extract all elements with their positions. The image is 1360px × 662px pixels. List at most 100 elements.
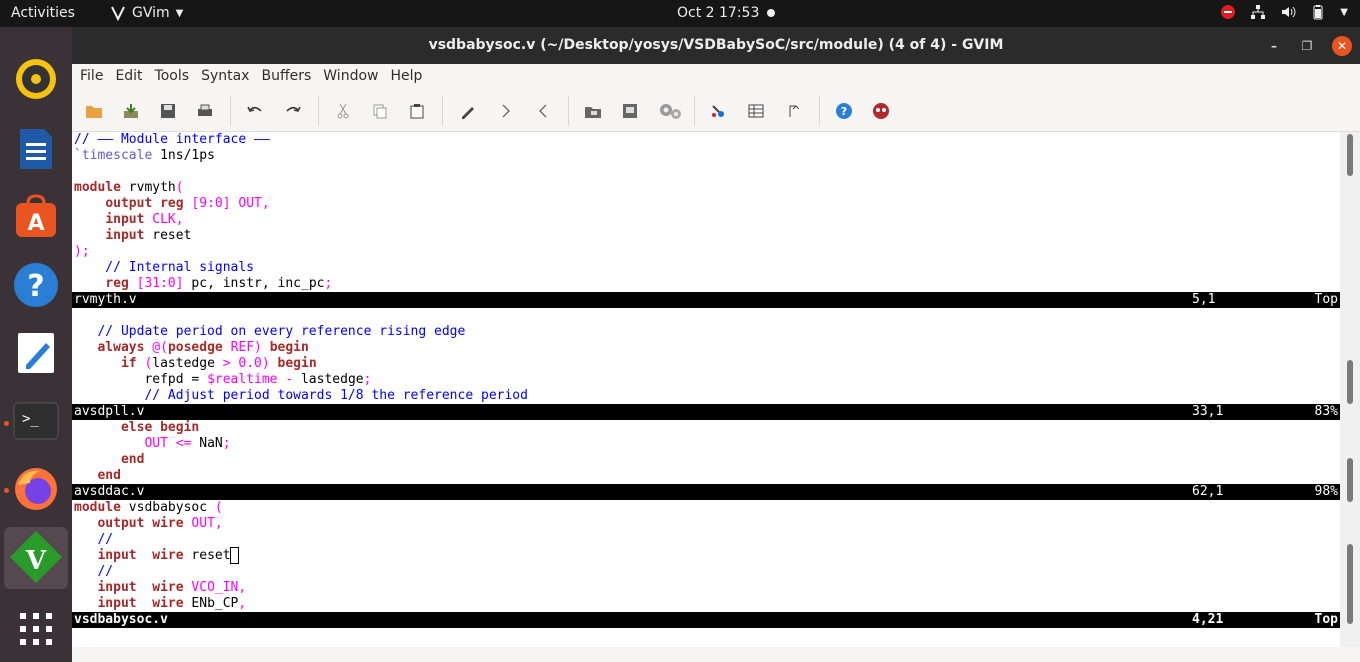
code-line[interactable]: // [72, 532, 1340, 548]
code-line[interactable]: // Internal signals [72, 260, 1340, 276]
minimize-button[interactable]: – [1264, 36, 1284, 56]
code-line[interactable]: end [72, 468, 1340, 484]
running-indicator [4, 488, 9, 493]
find-next-icon[interactable] [495, 100, 517, 122]
save-session-icon[interactable] [619, 100, 641, 122]
code-line[interactable]: output wire OUT, [72, 516, 1340, 532]
menu-help[interactable]: Help [384, 64, 428, 90]
scrollbar-thumb[interactable] [1347, 360, 1353, 404]
make-icon[interactable] [707, 100, 729, 122]
open-file-icon[interactable] [83, 100, 105, 122]
libreoffice-writer-icon[interactable] [12, 125, 60, 173]
shell-table-icon[interactable] [745, 100, 767, 122]
system-tray[interactable]: ▼ [1220, 4, 1348, 20]
app-grid-icon[interactable] [12, 605, 60, 653]
activities-button[interactable]: Activities [11, 5, 75, 21]
status-line-current[interactable]: vsdbabysoc.v 4,21 Top [72, 612, 1340, 628]
menu-bar: File Edit Tools Syntax Buffers Window He… [72, 64, 1360, 90]
status-percent: Top [1314, 612, 1338, 627]
code-line[interactable]: // [72, 564, 1340, 580]
toolbar-separator [442, 96, 443, 126]
print-icon[interactable] [194, 100, 216, 122]
scrollbar-thumb[interactable] [1347, 134, 1353, 176]
terminal-icon[interactable]: >_ [12, 397, 60, 445]
menu-tools[interactable]: Tools [149, 64, 196, 90]
save-as-icon[interactable] [120, 100, 142, 122]
status-line[interactable]: rvmyth.v 5,1 Top [72, 292, 1340, 308]
network-icon[interactable] [1250, 4, 1266, 20]
code-line[interactable] [72, 308, 1340, 324]
find-previous-icon[interactable] [532, 100, 554, 122]
code-line[interactable]: input reset [72, 228, 1340, 244]
redo-icon[interactable] [282, 100, 304, 122]
editor-area[interactable]: // —— Module interface —— `timescale 1ns… [72, 132, 1340, 647]
load-session-icon[interactable] [582, 100, 604, 122]
svg-text:?: ? [841, 105, 847, 118]
title-bar[interactable]: vsdbabysoc.v (~/Desktop/yosys/VSDBabySoC… [72, 27, 1360, 64]
paste-icon[interactable] [406, 100, 428, 122]
software-center-icon[interactable]: A [12, 193, 60, 241]
gvim-icon[interactable]: V [4, 527, 68, 589]
code-line[interactable]: if (lastedge > 0.0) begin [72, 356, 1340, 372]
status-percent: 83% [1314, 404, 1338, 419]
close-button[interactable]: ✕ [1332, 36, 1352, 56]
code-line[interactable]: `timescale 1ns/1ps [72, 148, 1340, 164]
rhythmbox-icon[interactable] [12, 55, 60, 103]
status-line[interactable]: avsdpll.v 33,1 83% [72, 404, 1340, 420]
help-icon[interactable]: ? [833, 100, 855, 122]
code-line[interactable]: ); [72, 244, 1340, 260]
copy-icon[interactable] [369, 100, 391, 122]
code-line[interactable]: // Adjust period towards 1/8 the referen… [72, 388, 1340, 404]
save-icon[interactable] [157, 100, 179, 122]
code-line[interactable]: refpd = $realtime - lastedge; [72, 372, 1340, 388]
power-menu-chevron-icon[interactable]: ▼ [1340, 7, 1348, 18]
jump-tag-icon[interactable] [782, 100, 804, 122]
battery-icon[interactable] [1310, 4, 1326, 20]
code-line[interactable]: output reg [9:0] OUT, [72, 196, 1340, 212]
code-line[interactable]: else begin [72, 420, 1340, 436]
code-line[interactable]: input wire VCO_IN, [72, 580, 1340, 596]
app-menu[interactable]: GVim ▼ [110, 5, 183, 21]
scrollbar-thumb[interactable] [1347, 458, 1353, 502]
run-script-icon[interactable] [656, 100, 684, 122]
menu-buffers[interactable]: Buffers [255, 64, 317, 90]
status-filename: avsdpll.v [74, 404, 145, 419]
maximize-button[interactable]: ❐ [1297, 36, 1317, 56]
code-line[interactable]: end [72, 452, 1340, 468]
code-line[interactable]: reg [31:0] pc, instr, inc_pc; [72, 276, 1340, 292]
status-percent: 98% [1314, 484, 1338, 499]
menu-window[interactable]: Window [317, 64, 384, 90]
menu-edit[interactable]: Edit [109, 64, 148, 90]
clock[interactable]: Oct 2 17:53 [677, 5, 759, 21]
status-position: 5,1 [1192, 292, 1216, 307]
scrollbar-thumb[interactable] [1347, 544, 1353, 624]
firefox-icon[interactable] [12, 465, 60, 513]
status-line[interactable]: avsddac.v 62,1 98% [72, 484, 1340, 500]
undo-icon[interactable] [244, 100, 266, 122]
window-title: vsdbabysoc.v (~/Desktop/yosys/VSDBabySoC… [428, 37, 1004, 53]
do-not-disturb-icon[interactable] [1220, 4, 1236, 20]
volume-icon[interactable] [1280, 4, 1296, 20]
find-help-icon[interactable] [870, 100, 892, 122]
gvim-window: vsdbabysoc.v (~/Desktop/yosys/VSDBabySoC… [72, 27, 1360, 662]
code-line[interactable]: input CLK, [72, 212, 1340, 228]
scrollbar[interactable] [1340, 132, 1360, 647]
menu-syntax[interactable]: Syntax [195, 64, 255, 90]
code-line[interactable]: module vsdbabysoc ( [72, 500, 1340, 516]
help-icon[interactable]: ? [12, 261, 60, 309]
code-line[interactable]: // Update period on every reference risi… [72, 324, 1340, 340]
code-line[interactable]: OUT <= NaN; [72, 436, 1340, 452]
menu-file[interactable]: File [74, 64, 109, 90]
find-replace-icon[interactable] [457, 100, 479, 122]
notification-dot-icon [767, 9, 775, 17]
code-line[interactable]: module rvmyth( [72, 180, 1340, 196]
code-line[interactable]: input wire reset [72, 547, 1340, 564]
toolbar-separator [230, 96, 231, 126]
command-line[interactable] [72, 647, 1360, 662]
code-line[interactable] [72, 164, 1340, 180]
code-line[interactable]: input wire ENb_CP, [72, 596, 1340, 612]
code-line[interactable]: // —— Module interface —— [72, 132, 1340, 148]
cut-icon[interactable] [332, 100, 354, 122]
code-line[interactable]: always @(posedge REF) begin [72, 340, 1340, 356]
text-editor-icon[interactable] [12, 329, 60, 377]
